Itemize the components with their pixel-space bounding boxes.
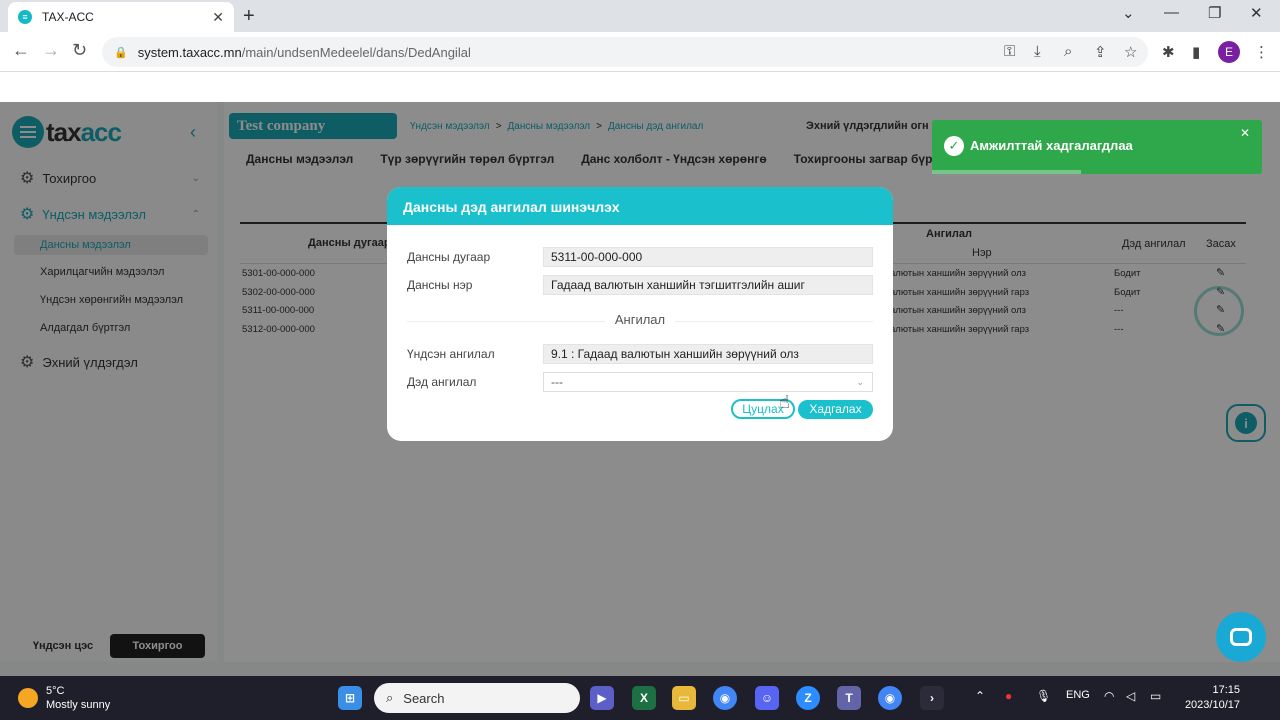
address-bar[interactable]: 🔒 system.taxacc.mn/main/undsenMedeelel/d… [102, 37, 1148, 67]
excel-icon[interactable]: X [632, 686, 656, 710]
maximize-icon[interactable]: ❐ [1208, 4, 1221, 22]
share-icon[interactable]: ⇪ [1094, 43, 1107, 61]
menu-kebab-icon[interactable]: ⋮ [1254, 43, 1269, 61]
record-icon[interactable]: ● [1005, 689, 1012, 703]
browser-tabstrip: ≡ TAX-ACC ✕ + ⌄ — ❐ ✕ [0, 0, 1280, 32]
new-tab-icon[interactable]: + [243, 5, 255, 28]
success-toast: ✓ Амжилттай хадгалагдлаа ✕ [932, 120, 1262, 174]
clock-time: 17:15 [1212, 684, 1240, 696]
teams-icon[interactable]: T [837, 686, 861, 710]
reload-icon[interactable]: ↻ [72, 40, 87, 61]
volume-icon[interactable]: ◁ [1126, 689, 1135, 703]
taskbar-search[interactable]: ⌕ Search [374, 683, 580, 713]
teams-meet-icon[interactable]: ▶ [590, 686, 614, 710]
close-tab-icon[interactable]: ✕ [212, 9, 224, 26]
sub-category-row: Дэд ангилал --- ⌄ [407, 372, 873, 392]
lock-icon: 🔒 [114, 46, 128, 59]
chrome-icon[interactable]: ◉ [713, 686, 737, 710]
taskbar-search-label: Search [403, 690, 445, 706]
sub-category-value: --- [551, 375, 563, 389]
category-section-title: Ангилал [604, 312, 676, 327]
tray-chevron-up-icon[interactable]: ⌃ [975, 689, 985, 703]
sub-category-select[interactable]: --- ⌄ [543, 372, 873, 392]
minimize-icon[interactable]: — [1164, 4, 1179, 21]
url-host: system.taxacc.mn [137, 44, 242, 60]
terminal-icon[interactable]: › [920, 686, 944, 710]
profile-avatar[interactable]: E [1218, 41, 1240, 63]
zoom-app-icon[interactable]: Z [796, 686, 820, 710]
account-number-field[interactable]: 5311-00-000-000 [543, 247, 873, 267]
sub-category-label: Дэд ангилал [407, 375, 477, 389]
windows-start-icon[interactable]: ⊞ [338, 686, 362, 710]
taxacc-favicon-icon: ≡ [18, 10, 32, 24]
browser-toolbar: ← → ↻ 🔒 system.taxacc.mn/main/undsenMede… [0, 32, 1280, 72]
windows-taskbar: 5°C Mostly sunny ⊞ ⌕ Search ▶ X ▭ ◉ ☺ Z … [0, 676, 1280, 720]
check-icon: ✓ [944, 136, 964, 156]
forward-icon[interactable]: → [42, 40, 60, 61]
save-button[interactable]: Хадгалах [798, 400, 873, 419]
zoom-icon[interactable]: ⌕ [1064, 43, 1072, 60]
bookmark-star-icon[interactable]: ☆ [1124, 43, 1137, 61]
search-icon: ⌕ [386, 690, 394, 705]
account-name-label: Дансны нэр [407, 278, 473, 292]
category-section-divider: Ангилал [407, 312, 873, 327]
modal-title: Дансны дэд ангилал шинэчлэх [387, 187, 893, 225]
battery-icon[interactable]: ▭ [1150, 689, 1161, 703]
account-number-label: Дансны дугаар [407, 250, 491, 264]
url-path: /main/undsenMedeelel/dans/DedAngilal [241, 44, 471, 60]
main-category-row: Үндсэн ангилал 9.1 : Гадаад валютын ханш… [407, 344, 873, 364]
weather-widget[interactable]: 5°C Mostly sunny [18, 684, 110, 712]
taskbar-clock[interactable]: 17:15 2023/10/17 [1180, 683, 1240, 713]
language-indicator[interactable]: ENG [1066, 689, 1090, 701]
edit-subcategory-modal: Дансны дэд ангилал шинэчлэх Дансны дугаа… [387, 187, 893, 441]
key-icon[interactable]: ⚿ [1004, 43, 1015, 60]
chat-icon[interactable] [1216, 612, 1266, 662]
close-toast-icon[interactable]: ✕ [1240, 126, 1250, 140]
microphone-icon[interactable]: 🎙 [1036, 689, 1051, 703]
extensions-icon[interactable]: ✱ [1162, 43, 1175, 61]
toast-progress-bar [932, 170, 1081, 174]
weather-temp: 5°C [46, 685, 65, 697]
account-name-row: Дансны нэр Гадаад валютын ханшийн тэгшит… [407, 275, 873, 295]
tab-title: TAX-ACC [42, 10, 94, 24]
close-window-icon[interactable]: ✕ [1250, 4, 1263, 22]
browser-tab[interactable]: ≡ TAX-ACC ✕ [8, 2, 234, 32]
account-number-row: Дансны дугаар 5311-00-000-000 [407, 247, 873, 267]
wifi-icon[interactable]: ◠ [1104, 689, 1114, 703]
discord-icon[interactable]: ☺ [755, 686, 779, 710]
back-icon[interactable]: ← [12, 40, 30, 61]
sun-icon [18, 688, 38, 708]
tab-search-icon[interactable]: ⌄ [1122, 4, 1135, 22]
file-explorer-icon[interactable]: ▭ [672, 686, 696, 710]
weather-desc: Mostly sunny [46, 699, 111, 711]
clock-date: 2023/10/17 [1184, 699, 1240, 711]
side-panel-icon[interactable]: ▮ [1192, 43, 1200, 61]
mouse-pointer-icon: ☝ [779, 392, 790, 412]
account-name-field[interactable]: Гадаад валютын ханшийн тэгшитгэлийн ашиг [543, 275, 873, 295]
install-icon[interactable]: ⤓ [1034, 43, 1041, 60]
toast-message: Амжилттай хадгалагдлаа [970, 138, 1133, 153]
main-category-label: Үндсэн ангилал [407, 347, 495, 361]
main-category-field[interactable]: 9.1 : Гадаад валютын ханшийн зөрүүний ол… [543, 344, 873, 364]
chrome-profile-icon[interactable]: ◉ [878, 686, 902, 710]
chevron-down-icon: ⌄ [856, 377, 864, 387]
